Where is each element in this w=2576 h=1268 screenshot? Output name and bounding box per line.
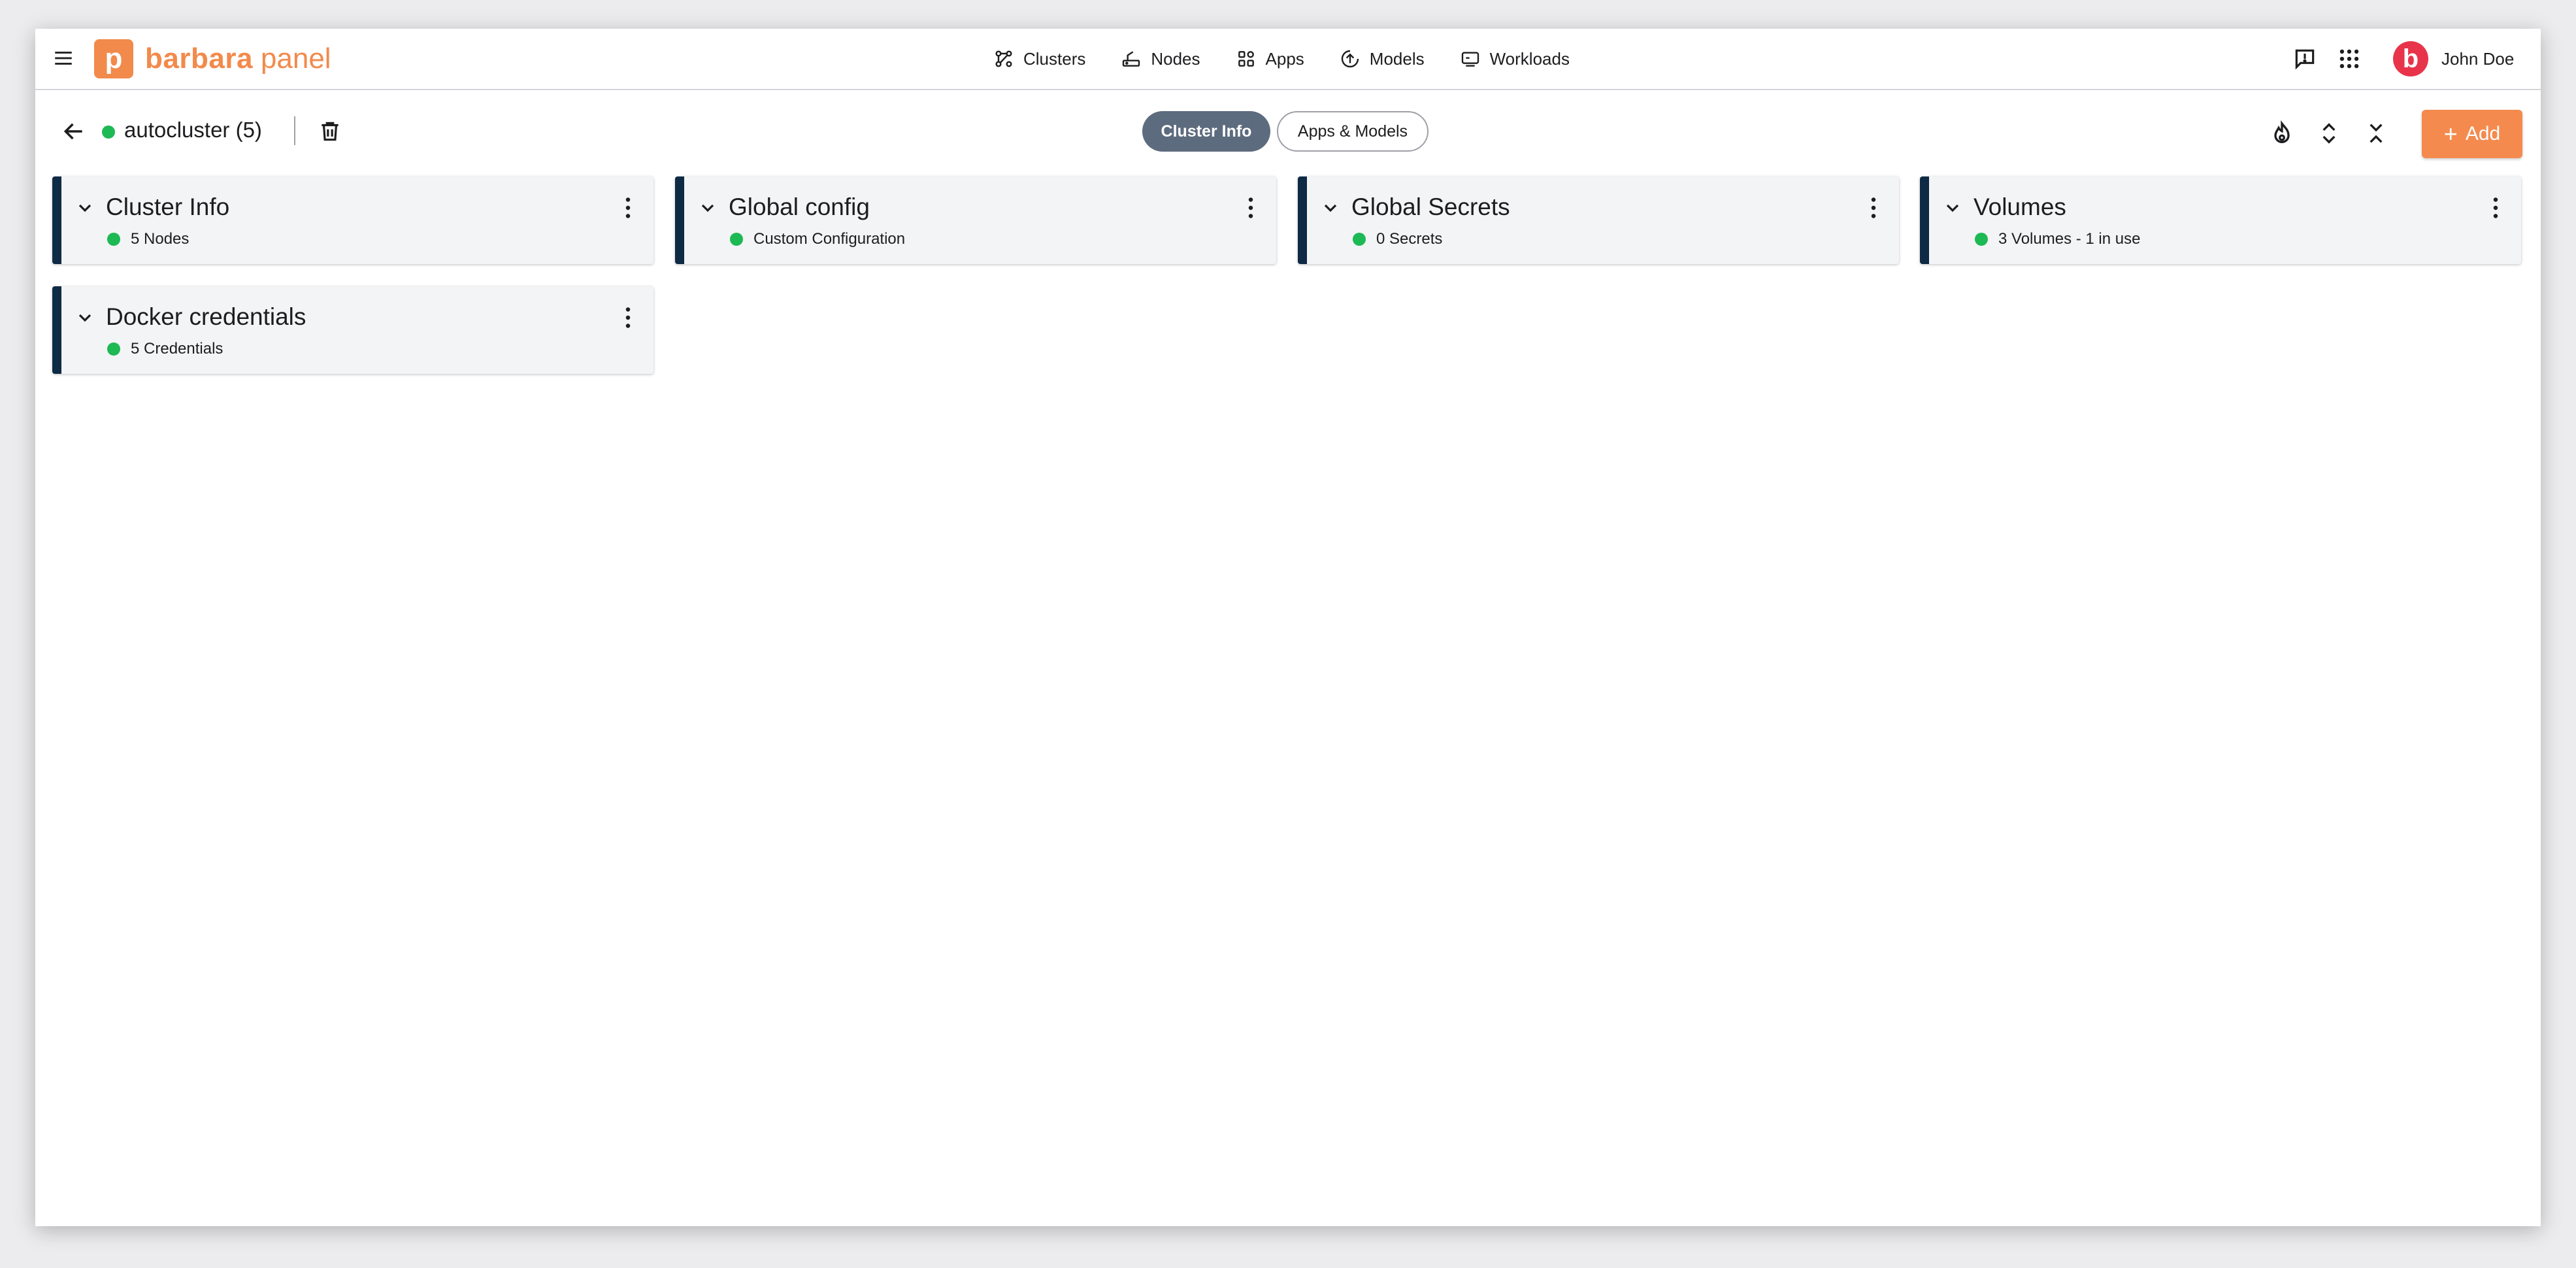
chevron-down-icon[interactable] (1320, 197, 1341, 218)
chevron-down-icon[interactable] (74, 197, 95, 218)
expand-all-icon[interactable] (2316, 120, 2342, 146)
feedback-icon[interactable] (2292, 46, 2317, 71)
nav-item-workloads[interactable]: Workloads (1460, 48, 1570, 69)
models-icon (1341, 50, 1359, 68)
brand-logo[interactable]: p barbara panel (94, 39, 331, 78)
avatar: b (2393, 41, 2428, 76)
cluster-title: autocluster (5) (124, 118, 262, 142)
card-title: Cluster Info (106, 193, 230, 220)
plus-icon: + (2443, 120, 2458, 147)
card-status: 3 Volumes - 1 in use (1998, 230, 2141, 248)
user-menu[interactable]: b John Doe (2393, 29, 2514, 89)
logo-mark: p (94, 39, 133, 78)
top-right-actions (2292, 29, 2317, 89)
user-name: John Doe (2441, 48, 2515, 69)
chevron-down-icon[interactable] (74, 307, 95, 328)
nav-label-nodes: Nodes (1151, 48, 1200, 69)
card-volumes[interactable]: Volumes 3 Volumes - 1 in use (1920, 176, 2521, 264)
collapse-all-icon[interactable] (2363, 120, 2389, 146)
card-docker-credentials[interactable]: Docker credentials 5 Credentials (52, 286, 653, 374)
chevron-down-icon[interactable] (1942, 197, 1963, 218)
clusters-icon (995, 50, 1012, 67)
nav-label-apps: Apps (1265, 48, 1304, 69)
card-status: Custom Configuration (753, 230, 906, 248)
nav-item-nodes[interactable]: Nodes (1121, 48, 1200, 69)
apps-grid-icon[interactable] (2337, 46, 2362, 71)
add-button-label: Add (2465, 123, 2501, 144)
top-navigation-bar: p barbara panel Clusters Nodes Apps Mode… (35, 29, 2541, 90)
logo-text-barbara: barbara (145, 42, 253, 75)
more-vert-icon[interactable] (618, 305, 638, 331)
menu-icon[interactable] (52, 47, 74, 69)
cluster-header: autocluster (5) Cluster Info Apps & Mode… (35, 90, 2541, 171)
status-dot (107, 342, 120, 356)
more-vert-icon[interactable] (2486, 195, 2505, 221)
trash-icon[interactable] (318, 119, 342, 144)
card-status: 5 Credentials (131, 340, 223, 358)
tab-cluster-info[interactable]: Cluster Info (1142, 111, 1270, 152)
card-title: Docker credentials (106, 303, 306, 330)
status-dot (107, 233, 120, 246)
nav-label-models: Models (1369, 48, 1425, 69)
nav-label-workloads: Workloads (1489, 48, 1570, 69)
nav-item-models[interactable]: Models (1340, 48, 1425, 69)
nodes-icon (1123, 51, 1140, 67)
hot-reload-icon[interactable] (2269, 120, 2295, 146)
card-title: Global Secrets (1351, 193, 1510, 220)
workloads-icon (1461, 52, 1479, 67)
nav-item-apps[interactable]: Apps (1236, 48, 1304, 69)
apps-grid-wrapper (2337, 29, 2362, 89)
more-vert-icon[interactable] (1241, 195, 1261, 221)
card-status: 5 Nodes (131, 230, 190, 248)
card-cluster-info[interactable]: Cluster Info 5 Nodes (52, 176, 653, 264)
app-window: p barbara panel Clusters Nodes Apps Mode… (35, 29, 2541, 1226)
apps-icon (1238, 51, 1254, 67)
tab-apps-models[interactable]: Apps & Models (1277, 111, 1428, 152)
back-arrow-icon[interactable] (61, 119, 86, 144)
more-vert-icon[interactable] (1864, 195, 1883, 221)
status-dot (1353, 233, 1366, 246)
card-global-secrets[interactable]: Global Secrets 0 Secrets (1298, 176, 1899, 264)
card-title: Volumes (1973, 193, 2066, 220)
header-divider (294, 116, 295, 145)
nav-item-clusters[interactable]: Clusters (993, 48, 1085, 69)
status-dot (730, 233, 743, 246)
status-dot (1975, 233, 1988, 246)
cluster-status-dot (102, 125, 115, 139)
chevron-down-icon[interactable] (697, 197, 718, 218)
card-title: Global config (729, 193, 870, 220)
card-global-config[interactable]: Global config Custom Configuration (675, 176, 1276, 264)
card-status: 0 Secrets (1376, 230, 1443, 248)
more-vert-icon[interactable] (618, 195, 638, 221)
main-nav: Clusters Nodes Apps Models Workloads (993, 29, 1605, 89)
logo-text-panel: panel (260, 42, 331, 75)
nav-label-clusters: Clusters (1023, 48, 1086, 69)
add-button[interactable]: + Add (2422, 110, 2522, 158)
